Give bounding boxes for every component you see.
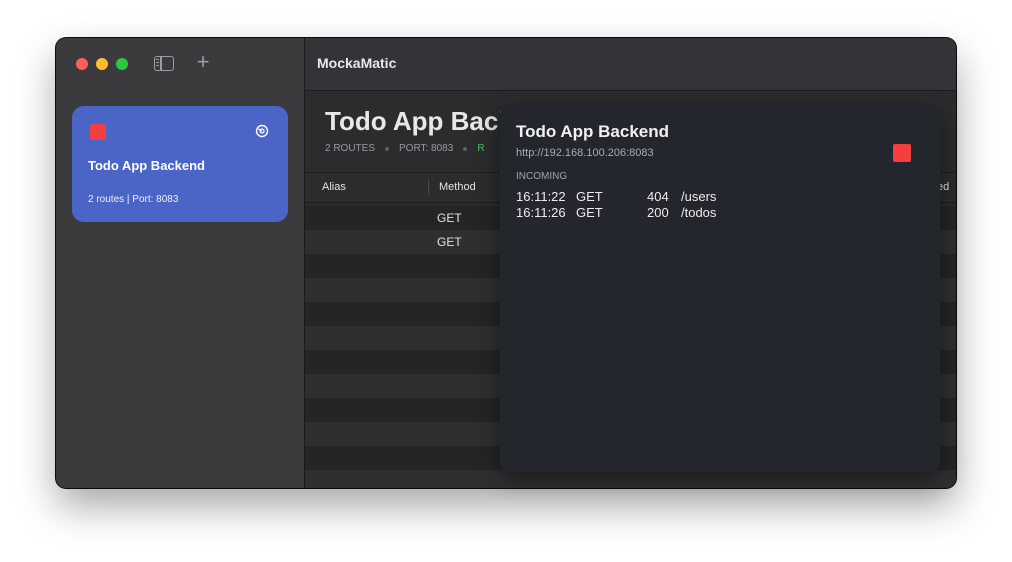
route-method: GET	[437, 235, 462, 249]
app-title: MockaMatic	[317, 55, 397, 71]
separator	[463, 146, 468, 151]
column-alias[interactable]: Alias	[322, 181, 346, 193]
stop-icon[interactable]	[90, 124, 106, 140]
request-method: GET	[576, 205, 603, 220]
settings-icon[interactable]	[255, 124, 269, 138]
request-path: /users	[681, 189, 717, 204]
table-row	[305, 470, 956, 488]
plus-icon[interactable]: +	[194, 51, 212, 73]
server-card[interactable]: Todo App Backend 2 routes | Port: 8083	[72, 106, 288, 222]
close-window-button[interactable]	[76, 58, 88, 70]
request-status: 200	[647, 205, 669, 220]
incoming-section-label: INCOMING	[516, 171, 568, 182]
server-name: Todo App Backend	[88, 158, 205, 173]
window-controls	[76, 58, 128, 70]
titlebar: MockaMatic	[305, 38, 956, 91]
route-method: GET	[437, 211, 462, 225]
server-summary: 2 routes | Port: 8083	[88, 194, 179, 205]
server-meta: 2 ROUTES PORT: 8083 R	[325, 143, 485, 154]
popover-title: Todo App Backend	[516, 122, 669, 141]
request-path: /todos	[681, 205, 717, 220]
request-time: 16:11:26	[516, 205, 566, 220]
status-label: R	[477, 143, 485, 154]
sidebar: + Todo App Backend 2 routes | Port: 8083	[56, 38, 305, 488]
request-status: 404	[647, 189, 669, 204]
separator	[385, 146, 390, 151]
stop-icon[interactable]	[893, 144, 911, 162]
server-popover: Todo App Backend http://192.168.100.206:…	[500, 106, 940, 472]
column-divider	[428, 179, 429, 195]
port-label: PORT: 8083	[399, 143, 454, 154]
minimize-window-button[interactable]	[96, 58, 108, 70]
routes-count: 2 ROUTES	[325, 143, 376, 154]
server-url[interactable]: http://192.168.100.206:8083	[516, 147, 654, 159]
zoom-window-button[interactable]	[116, 58, 128, 70]
column-method[interactable]: Method	[439, 181, 476, 193]
request-time: 16:11:22	[516, 189, 566, 204]
request-method: GET	[576, 189, 603, 204]
sidebar-toggle-icon[interactable]	[154, 56, 174, 71]
